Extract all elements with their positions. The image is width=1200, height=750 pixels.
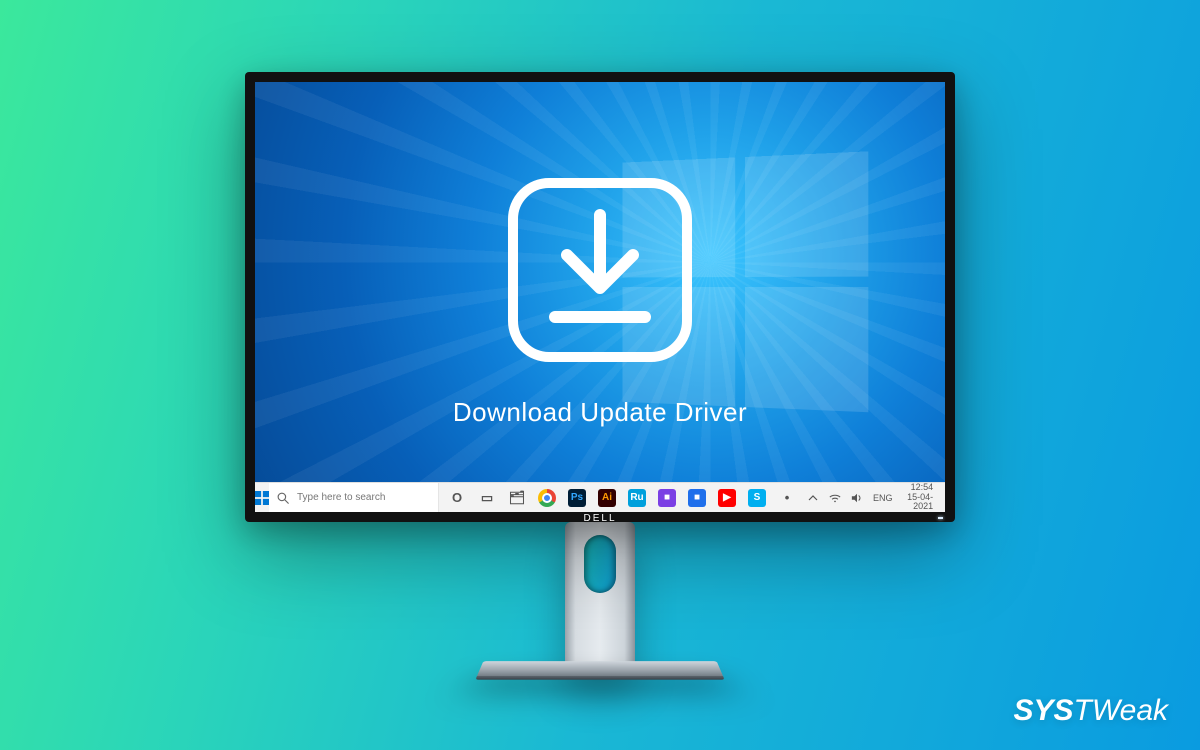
tray-chevron-icon[interactable] — [807, 492, 819, 504]
taskbar-app-app-purple[interactable]: ■ — [653, 483, 681, 513]
taskbar-app-youtube[interactable]: ▶ — [713, 483, 741, 513]
youtube-icon: ▶ — [718, 489, 736, 507]
monitor-brand-label: DELL — [583, 513, 616, 524]
app-blue-icon: ■ — [688, 489, 706, 507]
clock-date: 15-04-2021 — [903, 493, 934, 512]
power-led — [938, 517, 943, 519]
file-explorer-icon: 🗂 — [508, 489, 526, 507]
taskbar-app-cortana[interactable]: O — [443, 483, 471, 513]
desktop-screen: Download Update Driver Type here to sear… — [255, 82, 945, 512]
cortana-icon: O — [448, 489, 466, 507]
taskbar-app-premiere-rush[interactable]: Ru — [623, 483, 651, 513]
skype-icon: S — [748, 489, 766, 507]
taskbar-app-app-misc[interactable]: • — [773, 483, 801, 513]
photoshop-icon: Ps — [568, 489, 586, 507]
app-purple-icon: ■ — [658, 489, 676, 507]
illustrator-icon: Ai — [598, 489, 616, 507]
download-icon — [507, 177, 693, 363]
taskbar-app-app-blue[interactable]: ■ — [683, 483, 711, 513]
monitor-stand-base — [476, 661, 723, 677]
taskbar-app-chrome[interactable] — [533, 483, 561, 513]
wifi-icon[interactable] — [829, 492, 841, 504]
systweak-watermark: SYSTWeak — [1014, 694, 1169, 728]
taskbar-app-file-explorer[interactable]: 🗂 — [503, 483, 531, 513]
monitor-bezel: Download Update Driver Type here to sear… — [245, 72, 955, 522]
search-icon — [277, 492, 289, 504]
system-tray: ENG 12:54 15-04-2021 — [801, 483, 945, 513]
taskbar-clock[interactable]: 12:54 15-04-2021 — [903, 483, 934, 512]
taskbar-search[interactable]: Type here to search — [269, 483, 439, 513]
windows-start-icon — [255, 491, 269, 505]
monitor-stand-cable-hole — [584, 535, 616, 593]
app-misc-icon: • — [778, 489, 796, 507]
watermark-part1: SYS — [1014, 694, 1074, 728]
taskbar-app-skype[interactable]: S — [743, 483, 771, 513]
language-indicator[interactable]: ENG — [873, 493, 893, 503]
chrome-icon — [538, 489, 556, 507]
taskbar-app-photoshop[interactable]: Ps — [563, 483, 591, 513]
start-button[interactable] — [255, 483, 269, 513]
taskbar-app-task-view[interactable]: ▭ — [473, 483, 501, 513]
taskbar-apps: O ▭ 🗂 Ps Ai Ru ■ ■ ▶ S • — [443, 483, 801, 513]
caption-text: Download Update Driver — [255, 397, 945, 428]
action-center-icon[interactable] — [943, 492, 945, 504]
taskbar: Type here to search O ▭ 🗂 Ps Ai Ru ■ ■ ▶ S • — [255, 482, 945, 512]
task-view-icon: ▭ — [478, 489, 496, 507]
taskbar-app-illustrator[interactable]: Ai — [593, 483, 621, 513]
premiere-rush-icon: Ru — [628, 489, 646, 507]
volume-icon[interactable] — [851, 492, 863, 504]
watermark-part2: TWeak — [1074, 694, 1168, 728]
search-placeholder: Type here to search — [297, 492, 385, 503]
